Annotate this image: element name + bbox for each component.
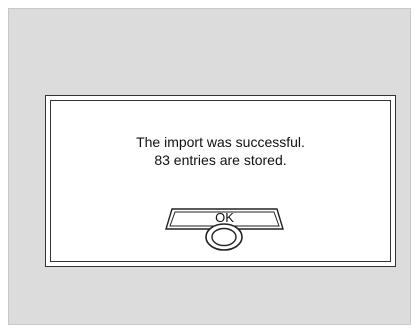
display-screen: The import was successful. 83 entries ar… (8, 8, 411, 325)
dialog-frame: The import was successful. 83 entries ar… (50, 100, 391, 262)
push-knob-icon (205, 223, 243, 251)
ok-button[interactable]: OK (162, 207, 287, 259)
import-result-dialog: The import was successful. 83 entries ar… (45, 95, 396, 267)
ok-button-label: OK (215, 210, 234, 225)
message-line-1: The import was successful. (136, 134, 305, 150)
dialog-message: The import was successful. 83 entries ar… (51, 133, 390, 169)
message-line-2: 83 entries are stored. (154, 152, 287, 168)
